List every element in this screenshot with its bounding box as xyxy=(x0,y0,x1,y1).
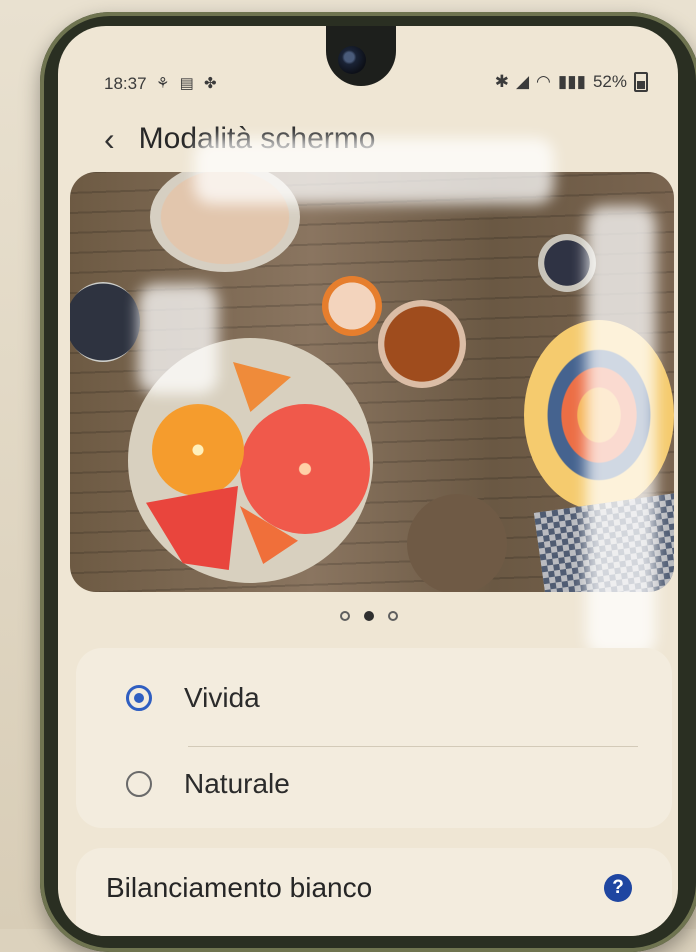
page-dot[interactable] xyxy=(388,611,398,621)
option-vivid[interactable]: Vivida xyxy=(126,682,260,714)
white-balance-card[interactable]: Bilanciamento bianco ? xyxy=(76,848,672,936)
status-right: ✱ ◢ ◠ ▮▮▮ 52% xyxy=(495,72,648,92)
radio-selected-icon[interactable] xyxy=(126,685,152,711)
mute-icon: ◢ xyxy=(515,72,530,91)
screen-glare xyxy=(194,138,554,204)
grapefruit-half xyxy=(240,404,370,534)
divider xyxy=(188,746,638,747)
battery-percentage: 52% xyxy=(592,72,627,91)
orange-half xyxy=(152,404,244,496)
screen-glare xyxy=(138,284,218,394)
display-mode-card: Vivida Naturale xyxy=(76,648,672,828)
notification-icons: ⚘ ▤ ✤ xyxy=(156,75,220,92)
option-label: Vivida xyxy=(184,682,260,713)
status-time: 18:37 xyxy=(104,74,147,93)
phone-screen: 18:37 ⚘ ▤ ✤ ✱ ◢ ◠ ▮▮▮ 52% ‹ Modalità sch… xyxy=(58,26,678,936)
wifi-icon: ◠ xyxy=(536,72,551,91)
honey-jar xyxy=(378,300,466,388)
white-balance-label: Bilanciamento bianco xyxy=(106,872,373,903)
back-icon[interactable]: ‹ xyxy=(104,123,115,155)
screen-glare xyxy=(586,206,656,656)
radio-unselected-icon[interactable] xyxy=(126,771,152,797)
front-camera xyxy=(338,46,366,74)
jar-lid xyxy=(322,276,382,336)
option-label: Naturale xyxy=(184,768,290,799)
option-natural[interactable]: Naturale xyxy=(126,768,290,800)
page-dot[interactable] xyxy=(340,611,350,621)
status-bar: 18:37 ⚘ ▤ ✤ ✱ ◢ ◠ ▮▮▮ 52% xyxy=(58,72,678,100)
battery-icon xyxy=(634,72,648,92)
bluetooth-icon: ✱ xyxy=(494,72,509,91)
help-icon[interactable]: ? xyxy=(604,874,632,902)
page-dot-active[interactable] xyxy=(364,611,374,621)
blueberry-bowl xyxy=(70,282,140,362)
signal-icon: ▮▮▮ xyxy=(557,72,586,91)
page-indicator xyxy=(340,611,398,621)
seed-bowl xyxy=(407,494,507,592)
